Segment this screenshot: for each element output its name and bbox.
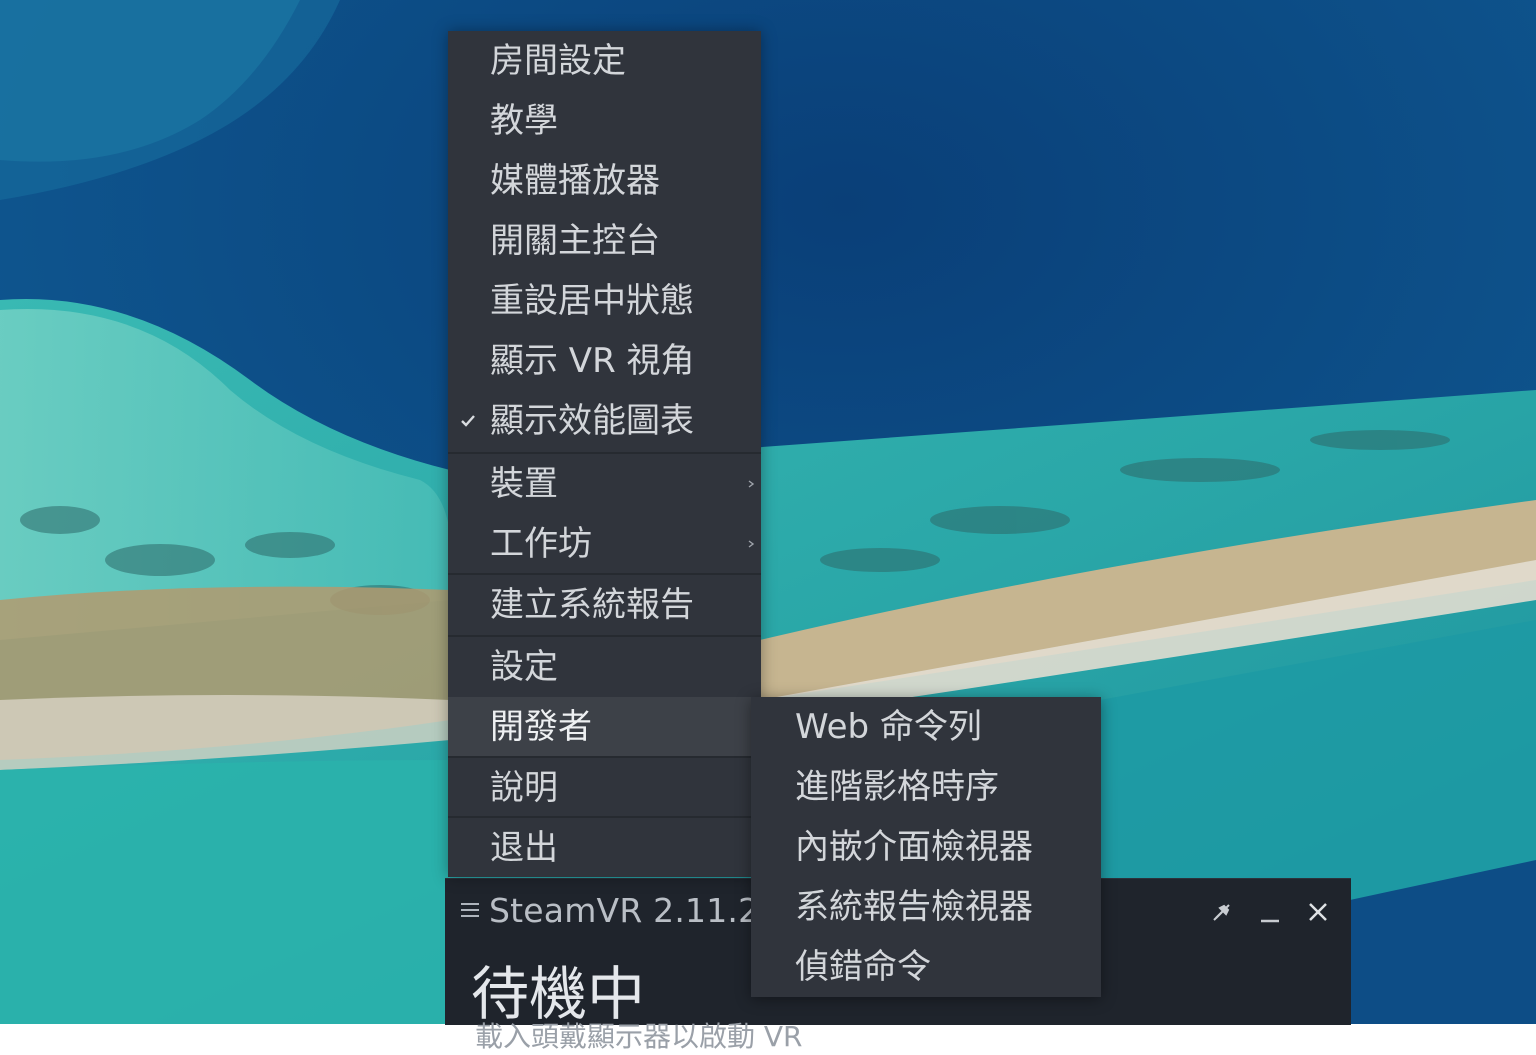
minimize-icon [1261,919,1279,923]
menu-item-label: 房間設定 [490,41,626,81]
submenu-item-label: 偵錯命令 [795,947,931,987]
menu-item-label: 重設居中狀態 [490,281,694,321]
chevron-right-icon [748,480,755,488]
menu-item-toggle-dashboard[interactable]: 開關主控台 [448,211,761,271]
unpin-icon [1213,904,1230,921]
menu-item-devices[interactable]: 裝置 [448,454,761,514]
menu-item-label: 教學 [490,101,558,141]
submenu-item-debug-commands[interactable]: 偵錯命令 [751,937,1101,997]
menu-item-label: 退出 [490,828,558,868]
menu-item-label: 顯示 VR 視角 [490,341,695,381]
submenu-item-label: 系統報告檢視器 [795,887,1033,927]
main-menu: 房間設定 教學 媒體播放器 開關主控台 重設居中狀態 顯示 VR 視角 顯示效能… [448,31,761,877]
menu-item-label: 建立系統報告 [490,585,694,625]
menu-item-exit[interactable]: 退出 [448,818,761,878]
submenu-item-label: 內嵌介面檢視器 [795,827,1033,867]
menu-item-help[interactable]: 說明 [448,758,761,818]
menu-item-label: 設定 [490,647,558,687]
submenu-item-system-report-viewer[interactable]: 系統報告檢視器 [751,877,1101,937]
menu-item-media-player[interactable]: 媒體播放器 [448,151,761,211]
submenu-item-advanced-frame-timing[interactable]: 進階影格時序 [751,757,1101,817]
menu-item-label: 裝置 [490,464,558,504]
close-icon [1309,903,1327,921]
minimize-button[interactable] [1255,897,1285,927]
submenu-item-web-console[interactable]: Web 命令列 [751,697,1101,757]
hamburger-menu-icon[interactable] [461,901,481,919]
submenu-item-overlay-viewer[interactable]: 內嵌介面檢視器 [751,817,1101,877]
menu-item-tutorial[interactable]: 教學 [448,91,761,151]
unpin-button[interactable] [1207,897,1237,927]
menu-item-display-frame-timing[interactable]: 顯示效能圖表 [448,391,761,451]
developer-submenu: Web 命令列 進階影格時序 內嵌介面檢視器 系統報告檢視器 偵錯命令 [751,697,1101,997]
submenu-item-label: Web 命令列 [795,707,982,747]
menu-item-display-vr-view[interactable]: 顯示 VR 視角 [448,331,761,391]
menu-item-label: 開發者 [490,707,592,747]
menu-item-label: 媒體播放器 [490,161,660,201]
menu-item-label: 說明 [490,768,558,808]
menu-item-room-setup[interactable]: 房間設定 [448,31,761,91]
checkmark-icon [461,415,475,427]
menu-item-workshop[interactable]: 工作坊 [448,514,761,574]
menu-item-create-system-report[interactable]: 建立系統報告 [448,575,761,635]
menu-item-label: 工作坊 [490,524,592,564]
menu-item-settings[interactable]: 設定 [448,637,761,697]
menu-item-label: 開關主控台 [490,221,660,261]
chevron-right-icon [748,540,755,548]
status-subtext: 載入頭戴顯示器以啟動 VR [475,1020,803,1053]
app-title[interactable]: SteamVR 2.11.2 [489,891,759,930]
close-button[interactable] [1303,897,1333,927]
menu-item-label: 顯示效能圖表 [490,401,694,441]
menu-item-reset-seated-position[interactable]: 重設居中狀態 [448,271,761,331]
submenu-item-label: 進階影格時序 [795,767,999,807]
menu-item-developer[interactable]: 開發者 [448,697,761,757]
